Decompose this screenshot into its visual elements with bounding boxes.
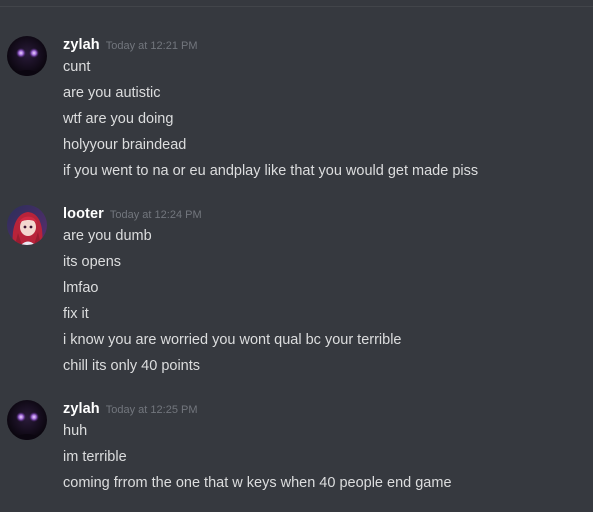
- message-text: if you went to na or eu andplay like tha…: [63, 163, 479, 179]
- timestamp: Today at 12:25 PM: [105, 404, 198, 416]
- username[interactable]: zylah: [63, 37, 100, 53]
- username[interactable]: zylah: [63, 401, 100, 417]
- dark-purple-eyes-avatar-icon: [7, 400, 47, 440]
- message-text: huh: [63, 423, 88, 439]
- message-header: zylah Today at 12:21 PM: [63, 36, 198, 56]
- message-text: fix it: [63, 306, 89, 322]
- timestamp: Today at 12:24 PM: [109, 209, 202, 221]
- message-text: im terrible: [63, 449, 127, 465]
- message-text: wtf are you doing: [63, 111, 174, 127]
- message-text: are you autistic: [63, 85, 161, 101]
- message-header: looter Today at 12:24 PM: [63, 205, 202, 225]
- top-divider: [0, 6, 593, 7]
- user-avatar[interactable]: [7, 205, 47, 245]
- message-text: i know you are worried you wont qual bc …: [63, 332, 402, 348]
- message-header: zylah Today at 12:25 PM: [63, 400, 198, 420]
- message-text: coming frrom the one that w keys when 40…: [63, 475, 452, 491]
- red-haired-anime-avatar-icon: [7, 205, 47, 245]
- user-avatar[interactable]: [7, 400, 47, 440]
- message-text: are you dumb: [63, 228, 152, 244]
- message-text: holyyour braindead: [63, 137, 187, 153]
- dark-purple-eyes-avatar-icon: [7, 36, 47, 76]
- user-avatar[interactable]: [7, 36, 47, 76]
- username[interactable]: looter: [63, 206, 104, 222]
- message-text: lmfao: [63, 280, 99, 296]
- message-text: its opens: [63, 254, 122, 270]
- timestamp: Today at 12:21 PM: [105, 40, 198, 52]
- message-text: chill its only 40 points: [63, 358, 201, 374]
- message-text: cunt: [63, 59, 91, 75]
